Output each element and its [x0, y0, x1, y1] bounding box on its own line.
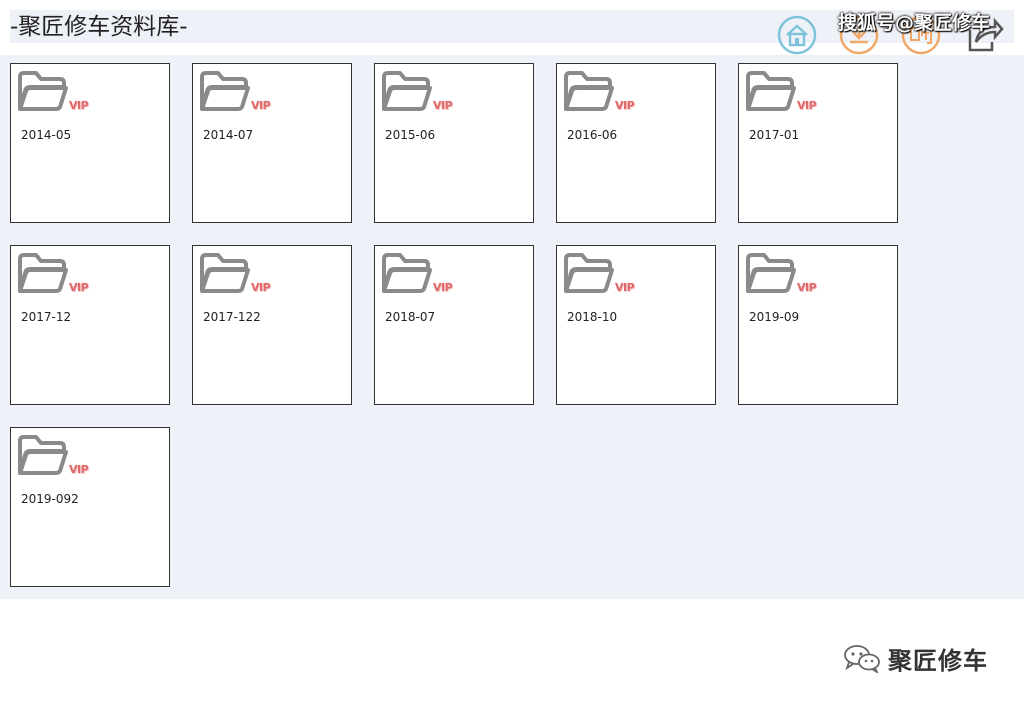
folder-icon [564, 253, 614, 293]
home-icon [777, 15, 817, 55]
page-title: -聚匠修车资料库- [10, 14, 188, 40]
folder-item[interactable]: VIP 2014-07 [192, 63, 352, 223]
vip-badge: VIP [433, 99, 453, 112]
folder-label: 2017-122 [203, 310, 261, 324]
folder-icon [382, 71, 432, 111]
vip-badge: VIP [69, 281, 89, 294]
vip-badge: VIP [615, 99, 635, 112]
folder-label: 2019-092 [21, 492, 79, 506]
folder-item[interactable]: VIP 2017-12 [10, 245, 170, 405]
folder-icon [382, 253, 432, 293]
folder-item[interactable]: VIP 2017-01 [738, 63, 898, 223]
folder-item[interactable]: VIP 2017-122 [192, 245, 352, 405]
folder-label: 2017-12 [21, 310, 72, 324]
folder-grid: VIP 2014-05 VIP 2014-07 VIP 2015-06 VIP … [0, 55, 1024, 599]
folder-icon [18, 435, 68, 475]
folder-icon [564, 71, 614, 111]
folder-icon [18, 71, 68, 111]
folder-item[interactable]: VIP 2018-10 [556, 245, 716, 405]
folder-icon [746, 253, 796, 293]
folder-icon [18, 253, 68, 293]
folder-label: 2015-06 [385, 128, 436, 142]
vip-badge: VIP [251, 99, 271, 112]
folder-label: 2014-05 [21, 128, 72, 142]
vip-badge: VIP [797, 99, 817, 112]
vip-badge: VIP [797, 281, 817, 294]
folder-label: 2016-06 [567, 128, 618, 142]
watermark-top: 搜狐号@聚匠修车 [838, 12, 991, 34]
folder-label: 2017-01 [749, 128, 800, 142]
folder-icon [746, 71, 796, 111]
bottom-watermark: 聚匠修车 [842, 640, 988, 676]
vip-badge: VIP [69, 463, 89, 476]
folder-label: 2018-07 [385, 310, 436, 324]
folder-item[interactable]: VIP 2019-09 [738, 245, 898, 405]
folder-label: 2014-07 [203, 128, 254, 142]
folder-item[interactable]: VIP 2018-07 [374, 245, 534, 405]
folder-label: 2018-10 [567, 310, 618, 324]
folder-label: 2019-09 [749, 310, 800, 324]
folder-item[interactable]: VIP 2014-05 [10, 63, 170, 223]
vip-badge: VIP [433, 281, 453, 294]
folder-item[interactable]: VIP 2015-06 [374, 63, 534, 223]
footer-brand: 聚匠修车 [888, 646, 988, 675]
wechat-icon [844, 645, 880, 673]
vip-badge: VIP [615, 281, 635, 294]
vip-badge: VIP [69, 99, 89, 112]
folder-icon [200, 71, 250, 111]
vip-badge: VIP [251, 281, 271, 294]
folder-item[interactable]: VIP 2016-06 [556, 63, 716, 223]
folder-icon [200, 253, 250, 293]
home-button[interactable] [776, 14, 818, 56]
folder-item[interactable]: VIP 2019-092 [10, 427, 170, 587]
